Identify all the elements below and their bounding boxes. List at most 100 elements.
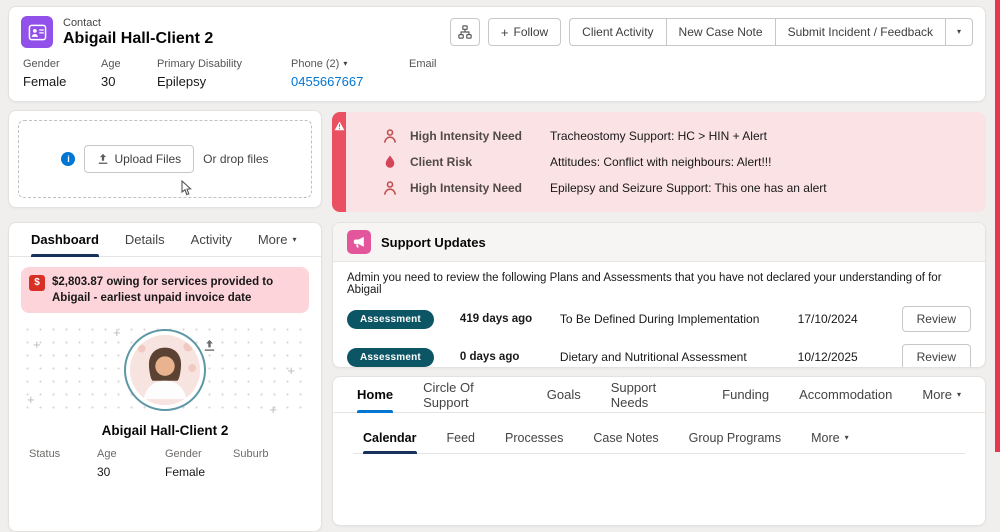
high-intensity-need-icon xyxy=(382,128,398,144)
warning-triangle-icon xyxy=(334,121,345,131)
field-label: Phone (2) ▾ xyxy=(291,58,409,70)
assessment-badge: Assessment xyxy=(347,310,434,329)
new-case-note-button[interactable]: New Case Note xyxy=(666,18,775,46)
tab-details[interactable]: Details xyxy=(125,223,165,256)
tab-dashboard[interactable]: Dashboard xyxy=(31,223,99,256)
review-button[interactable]: Review xyxy=(902,306,971,332)
header-top-row: Contact Abigail Hall-Client 2 + Follow C… xyxy=(9,7,985,50)
avatar-zone: + + + + + xyxy=(21,323,309,417)
tab-activity[interactable]: Activity xyxy=(191,223,232,256)
field-label: Email xyxy=(409,58,509,70)
tab-more[interactable]: More ▾ xyxy=(922,377,961,412)
owing-alert-text: $2,803.87 owing for services provided to… xyxy=(52,276,273,304)
high-intensity-need-icon xyxy=(382,180,398,196)
stat-age: Age 30 xyxy=(97,448,165,479)
contact-icon xyxy=(21,16,53,48)
field-label: Gender xyxy=(23,58,101,70)
hierarchy-button[interactable] xyxy=(450,18,480,46)
field-label: Primary Disability xyxy=(157,58,291,70)
update-age: 419 days ago xyxy=(460,313,560,325)
mouse-cursor-icon xyxy=(180,180,193,201)
field-label: Age xyxy=(101,58,157,70)
entity-text: Contact Abigail Hall-Client 2 xyxy=(63,17,213,48)
profile-name: Abigail Hall-Client 2 xyxy=(9,423,321,438)
alert-category: Client Risk xyxy=(410,155,538,169)
tab-home[interactable]: Home xyxy=(357,377,393,412)
alert-row[interactable]: Client Risk Attitudes: Conflict with nei… xyxy=(382,154,970,170)
upload-files-button[interactable]: Upload Files xyxy=(84,145,194,173)
review-button[interactable]: Review xyxy=(902,344,971,368)
tab-more-label: More xyxy=(258,232,288,247)
tab-funding[interactable]: Funding xyxy=(722,377,769,412)
update-row: Assessment 419 days ago To Be Defined Du… xyxy=(333,300,985,338)
tab-goals[interactable]: Goals xyxy=(547,377,581,412)
chevron-down-icon: ▾ xyxy=(292,236,296,244)
update-age: 0 days ago xyxy=(460,351,560,363)
avatar[interactable] xyxy=(130,335,200,405)
stat-label: Gender xyxy=(165,448,233,460)
avatar-upload-icon[interactable] xyxy=(203,339,216,357)
alert-category: High Intensity Need xyxy=(410,181,538,195)
plus-decoration: + xyxy=(113,325,121,340)
file-upload-card: i Upload Files Or drop files xyxy=(8,110,322,208)
phone-link[interactable]: 0455667667 xyxy=(291,74,409,89)
subtab-calendar[interactable]: Calendar xyxy=(363,422,417,453)
stat-value xyxy=(29,465,97,479)
highlight-fields-row: Gender Female Age 30 Primary Disability … xyxy=(9,50,985,89)
file-dropzone[interactable]: i Upload Files Or drop files xyxy=(18,120,312,198)
field-gender: Gender Female xyxy=(23,58,101,89)
update-date: 17/10/2024 xyxy=(798,312,902,326)
screen-edge-indicator xyxy=(995,0,1000,452)
tab-accommodation[interactable]: Accommodation xyxy=(799,377,892,412)
update-name: Dietary and Nutritional Assessment xyxy=(560,350,798,364)
owing-alert: $ $2,803.87 owing for services provided … xyxy=(21,267,309,313)
tab-more[interactable]: More ▾ xyxy=(258,223,297,256)
record-tabs: Home Circle Of Support Goals Support Nee… xyxy=(333,377,985,413)
avatar-ring xyxy=(124,329,206,411)
record-subtabs-wrap: Calendar Feed Processes Case Notes Group… xyxy=(353,422,965,454)
client-risk-icon xyxy=(382,154,398,170)
client-activity-button[interactable]: Client Activity xyxy=(569,18,665,46)
field-age: Age 30 xyxy=(101,58,157,89)
stat-label: Status xyxy=(29,448,97,460)
stat-label: Suburb xyxy=(233,448,301,460)
tab-support-needs[interactable]: Support Needs xyxy=(611,377,692,412)
support-updates-card: Support Updates Admin you need to review… xyxy=(332,222,986,368)
chevron-down-icon: ▾ xyxy=(957,391,961,399)
alert-category: High Intensity Need xyxy=(410,129,538,143)
follow-button[interactable]: + Follow xyxy=(488,18,561,46)
field-phone: Phone (2) ▾ 0455667667 xyxy=(291,58,409,89)
entity-block: Contact Abigail Hall-Client 2 xyxy=(21,16,213,48)
page-title: Abigail Hall-Client 2 xyxy=(63,30,213,48)
field-value: Female xyxy=(23,74,101,89)
subtab-feed[interactable]: Feed xyxy=(447,422,476,453)
subtab-case-notes[interactable]: Case Notes xyxy=(593,422,658,453)
profile-stats-row: Status Age 30 Gender Female Suburb xyxy=(9,438,321,479)
alert-row[interactable]: High Intensity Need Tracheostomy Support… xyxy=(382,128,970,144)
subtab-group-programs[interactable]: Group Programs xyxy=(689,422,781,453)
upload-files-label: Upload Files xyxy=(114,152,181,166)
tab-circle-of-support[interactable]: Circle Of Support xyxy=(423,377,517,412)
client-alerts-panel: High Intensity Need Tracheostomy Support… xyxy=(332,112,986,212)
submit-incident-feedback-button[interactable]: Submit Incident / Feedback xyxy=(775,18,945,46)
subtab-more[interactable]: More ▾ xyxy=(811,422,849,453)
field-value: 30 xyxy=(101,74,157,89)
chevron-down-icon[interactable]: ▾ xyxy=(343,60,347,68)
subtab-processes[interactable]: Processes xyxy=(505,422,563,453)
profile-card: Dashboard Details Activity More ▾ $ $2,8… xyxy=(8,222,322,532)
alert-row[interactable]: High Intensity Need Epilepsy and Seizure… xyxy=(382,180,970,196)
support-updates-title: Support Updates xyxy=(381,235,486,250)
follow-button-label: Follow xyxy=(513,25,548,39)
more-actions-dropdown-button[interactable]: ▾ xyxy=(945,18,973,46)
announcement-icon xyxy=(347,230,371,254)
stat-suburb: Suburb xyxy=(233,448,301,479)
alert-text: Tracheostomy Support: HC > HIN + Alert xyxy=(550,129,767,143)
stat-status: Status xyxy=(29,448,97,479)
info-icon[interactable]: i xyxy=(61,152,75,166)
record-subtabs: Calendar Feed Processes Case Notes Group… xyxy=(353,422,965,453)
subtab-more-label: More xyxy=(811,431,839,445)
assessment-badge: Assessment xyxy=(347,348,434,367)
stat-gender: Gender Female xyxy=(165,448,233,479)
header-actions: + Follow Client Activity New Case Note S… xyxy=(450,18,973,46)
upload-icon xyxy=(97,153,109,165)
